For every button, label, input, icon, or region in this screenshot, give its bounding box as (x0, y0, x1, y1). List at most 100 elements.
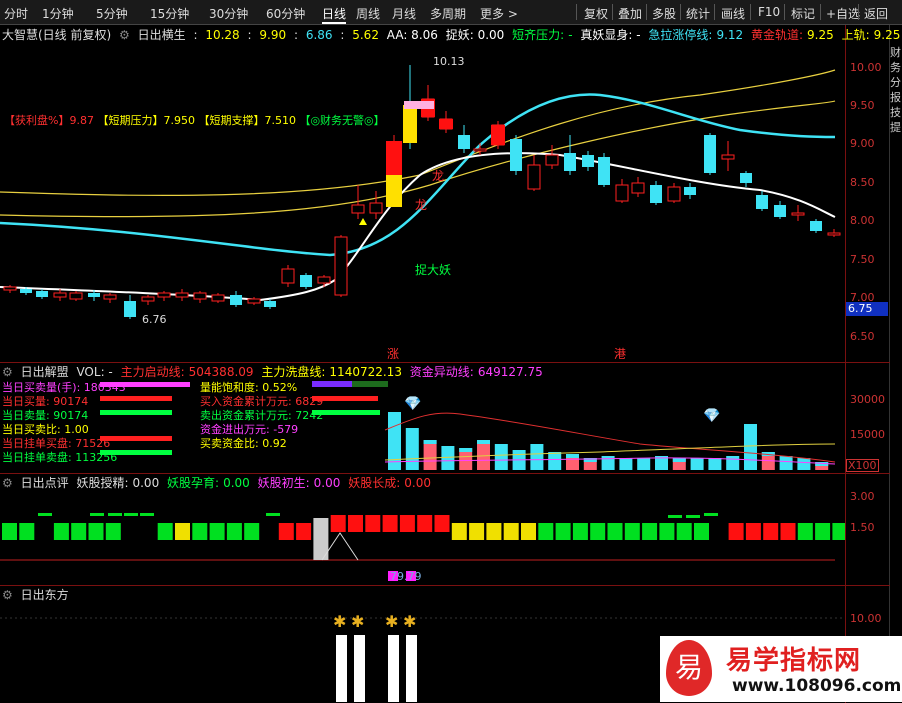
score-tick-mark (108, 513, 122, 516)
fuquan-button[interactable]: 复权 (584, 5, 608, 22)
score-bar (832, 523, 845, 540)
svg-text:✱: ✱ (385, 612, 398, 631)
volume-axis (845, 362, 890, 474)
price-tick: 10.00 (850, 61, 882, 74)
score-bar (175, 523, 190, 540)
volume-bar (423, 440, 437, 470)
volume-bar (601, 456, 615, 470)
candle (36, 289, 48, 299)
tab-60min[interactable]: 60分钟 (266, 5, 305, 22)
candle (124, 295, 136, 319)
score-tick-mark (266, 513, 280, 516)
volume-bar (441, 446, 455, 470)
volume-bar (494, 444, 508, 470)
overlay-button[interactable]: 叠加 (618, 5, 642, 22)
candle (810, 219, 822, 233)
volume-bar (708, 458, 722, 470)
price-tick: 8.00 (850, 214, 875, 227)
volume-bar (690, 458, 704, 470)
candle (103, 293, 117, 303)
candle (740, 171, 752, 187)
volume-tick: 30000 (850, 393, 885, 406)
right-side-strip[interactable]: 财务 分 报 技 提 (889, 25, 902, 702)
score-bar (728, 523, 744, 540)
add-watchlist-button[interactable]: +自选 (826, 5, 860, 22)
price-chart[interactable]: 10.13 6.76 捉大妖 龙 龙 涨 港 (0, 25, 845, 362)
price-tick: 9.50 (850, 99, 875, 112)
score-bar (226, 523, 242, 540)
score-bar (659, 523, 675, 540)
candle (264, 299, 276, 309)
volume-bar (619, 458, 633, 470)
volume-tick: 15000 (850, 428, 885, 441)
diamond-marker-icon: 💎 (404, 396, 421, 412)
candle (317, 275, 331, 287)
score-bar (296, 523, 312, 540)
score-bar (694, 523, 709, 540)
candle (598, 153, 610, 187)
mark-button[interactable]: 标记 (791, 5, 815, 22)
watermark-url: www.108096.com (732, 676, 902, 696)
diamond-marker-icon-2: 💎 (703, 408, 720, 424)
score-bar (382, 515, 398, 532)
signal-column-3: ✱ (385, 612, 399, 702)
breakout-candle-body (386, 175, 402, 207)
score-bar (19, 523, 35, 540)
candle (193, 291, 207, 303)
volume-bar (405, 428, 419, 470)
score-bottom-value: 79.79 (390, 570, 422, 583)
candle (667, 183, 681, 203)
score-bar (399, 515, 415, 532)
tab-5min[interactable]: 5分钟 (96, 5, 128, 22)
multi-stock-button[interactable]: 多股 (652, 5, 676, 22)
signal-column-4: ✱ (403, 612, 417, 702)
volume-bar (637, 458, 651, 470)
volume-bar (779, 456, 793, 470)
highlight-candle (403, 105, 417, 143)
candle (69, 291, 83, 301)
tab-weekly[interactable]: 周线 (356, 5, 380, 22)
draw-line-button[interactable]: 画线 (721, 5, 745, 22)
tab-multi-period[interactable]: 多周期 (430, 5, 466, 22)
score-bar (2, 523, 17, 540)
stats-button[interactable]: 统计 (686, 5, 710, 22)
candle (582, 151, 594, 171)
svg-text:✱: ✱ (351, 612, 364, 631)
tab-15min[interactable]: 15分钟 (150, 5, 189, 22)
volume-bar (548, 452, 562, 470)
score-bar (590, 523, 606, 540)
more-menu[interactable]: 更多 > (480, 5, 518, 22)
candle (684, 183, 696, 199)
breakout-candle (386, 141, 402, 175)
score-bar (157, 523, 173, 540)
score-bar (365, 515, 381, 532)
score-tick-mark (124, 513, 138, 516)
tab-daily[interactable]: 日线 (322, 5, 347, 24)
candle (458, 125, 470, 153)
zhang-label: 涨 (387, 346, 399, 361)
long-label-2: 龙 (432, 169, 444, 183)
watermark: 易 易学指标网 www.108096.com (660, 636, 902, 702)
volume-bar (744, 424, 757, 470)
back-button[interactable]: 返回 (864, 5, 888, 22)
score-bar (607, 523, 623, 540)
volume-chart[interactable]: 💎 💎 (0, 362, 845, 473)
candle (510, 135, 522, 175)
tab-fenshi[interactable]: 分时 (4, 5, 28, 22)
price-tick: 8.50 (850, 176, 875, 189)
score-tick-mark (90, 513, 104, 516)
tab-30min[interactable]: 30分钟 (209, 5, 248, 22)
score-tick-mark (140, 513, 154, 516)
score-bar (486, 523, 502, 540)
score-bar (330, 515, 346, 532)
highlight-candle (439, 119, 453, 129)
tab-monthly[interactable]: 月线 (392, 5, 416, 22)
score-chart[interactable]: 79.79 (0, 473, 845, 585)
score-bar (797, 523, 813, 540)
highlight-candle (491, 125, 505, 145)
tab-1min[interactable]: 1分钟 (42, 5, 74, 22)
period-toolbar: 分时 1分钟 5分钟 15分钟 30分钟 60分钟 日线 周线 月线 多周期 更… (0, 0, 902, 25)
candle (157, 291, 171, 301)
price-tick: 9.00 (850, 137, 875, 150)
f10-button[interactable]: F10 (758, 5, 780, 19)
